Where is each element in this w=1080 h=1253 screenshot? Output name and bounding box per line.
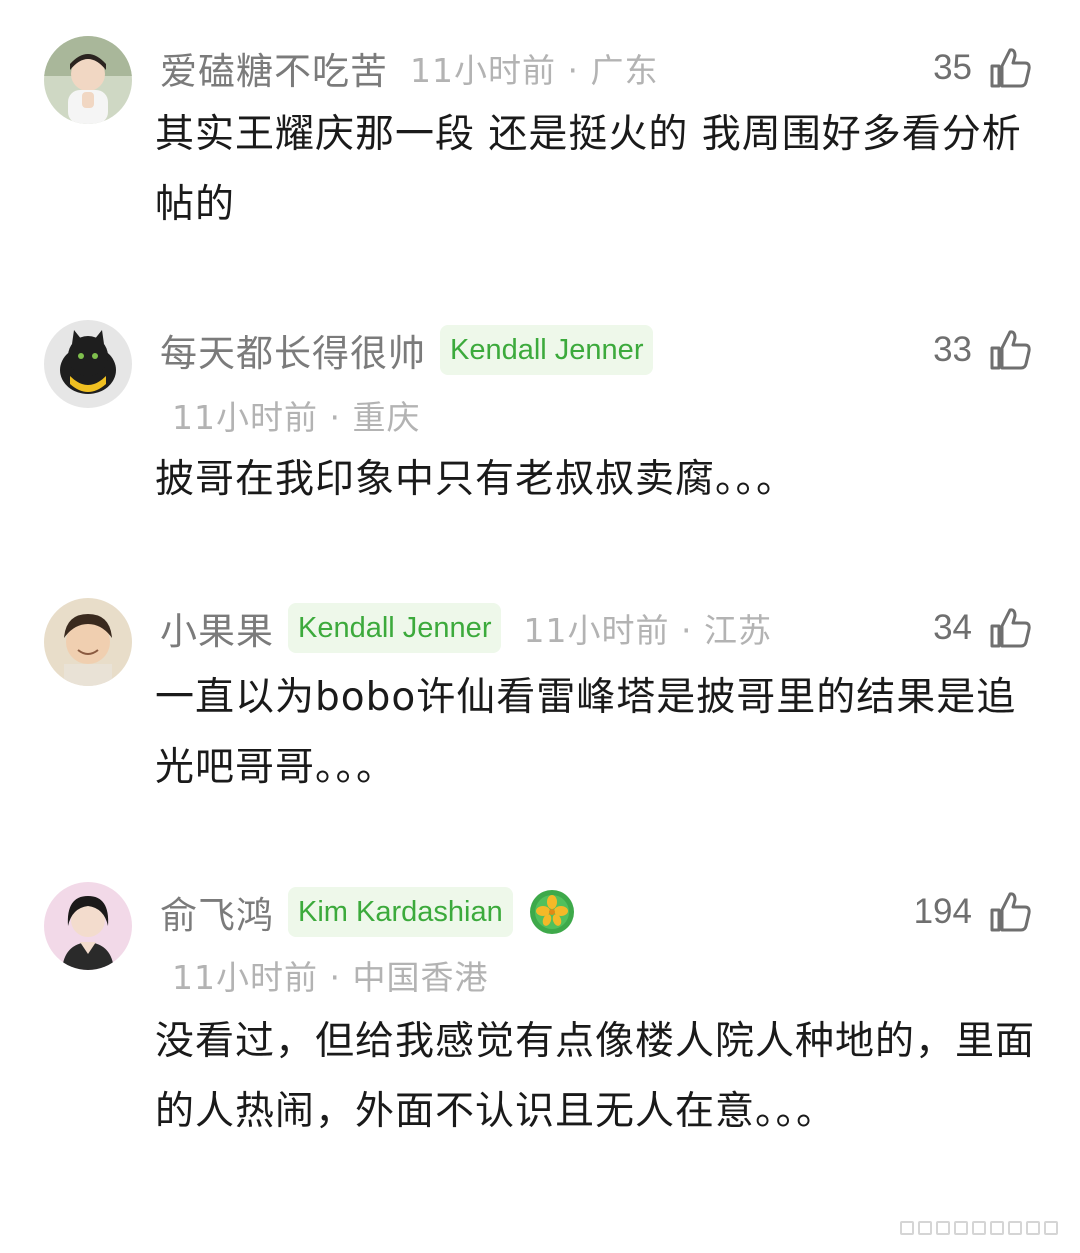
time-location: 11小时前 · 中国香港: [172, 958, 489, 997]
avatar[interactable]: [44, 36, 132, 124]
thumbs-up-icon[interactable]: [986, 604, 1034, 652]
time-location: 11小时前 · 广东: [410, 51, 659, 90]
username[interactable]: 小果果: [160, 601, 274, 655]
user-badge[interactable]: Kendall Jenner: [440, 325, 654, 375]
like-count: 34: [933, 608, 972, 647]
comment-text: 没看过，但给我感觉有点像楼人院人种地的，里面的人热闹，外面不认识且无人在意。。。: [155, 1019, 1036, 1134]
thumbs-up-icon[interactable]: [986, 888, 1034, 936]
user-badge[interactable]: Kim Kardashian: [288, 887, 513, 937]
avatar[interactable]: [44, 320, 132, 408]
thumbs-up-icon[interactable]: [986, 326, 1034, 374]
comment-text: 其实王耀庆那一段 还是挺火的 我周围好多看分析帖的: [155, 112, 1022, 227]
like-button[interactable]: 33: [933, 320, 1034, 380]
like-button[interactable]: 35: [933, 38, 1034, 98]
thumbs-up-icon[interactable]: [986, 44, 1034, 92]
comment-text: 披哥在我印象中只有老叔叔卖腐。。。: [155, 457, 797, 502]
username[interactable]: 俞飞鸿: [160, 885, 274, 939]
username[interactable]: 每天都长得很帅: [160, 323, 426, 377]
avatar[interactable]: [44, 598, 132, 686]
time-location: 11小时前 · 江苏: [523, 611, 772, 650]
like-count: 35: [933, 48, 972, 87]
avatar[interactable]: [44, 882, 132, 970]
image-page-indicator: [900, 1221, 1058, 1235]
username[interactable]: 爱磕糖不吃苦: [160, 41, 388, 95]
gold-flower-badge-icon[interactable]: [529, 889, 575, 935]
user-badge[interactable]: Kendall Jenner: [288, 603, 502, 653]
like-button[interactable]: 34: [933, 598, 1034, 658]
like-count: 33: [933, 330, 972, 369]
time-location: 11小时前 · 重庆: [172, 398, 421, 437]
comment-text: 一直以为bobo许仙看雷峰塔是披哥里的结果是追光吧哥哥。。。: [155, 675, 1017, 790]
like-count: 194: [913, 892, 972, 931]
like-button[interactable]: 194: [914, 882, 1034, 942]
